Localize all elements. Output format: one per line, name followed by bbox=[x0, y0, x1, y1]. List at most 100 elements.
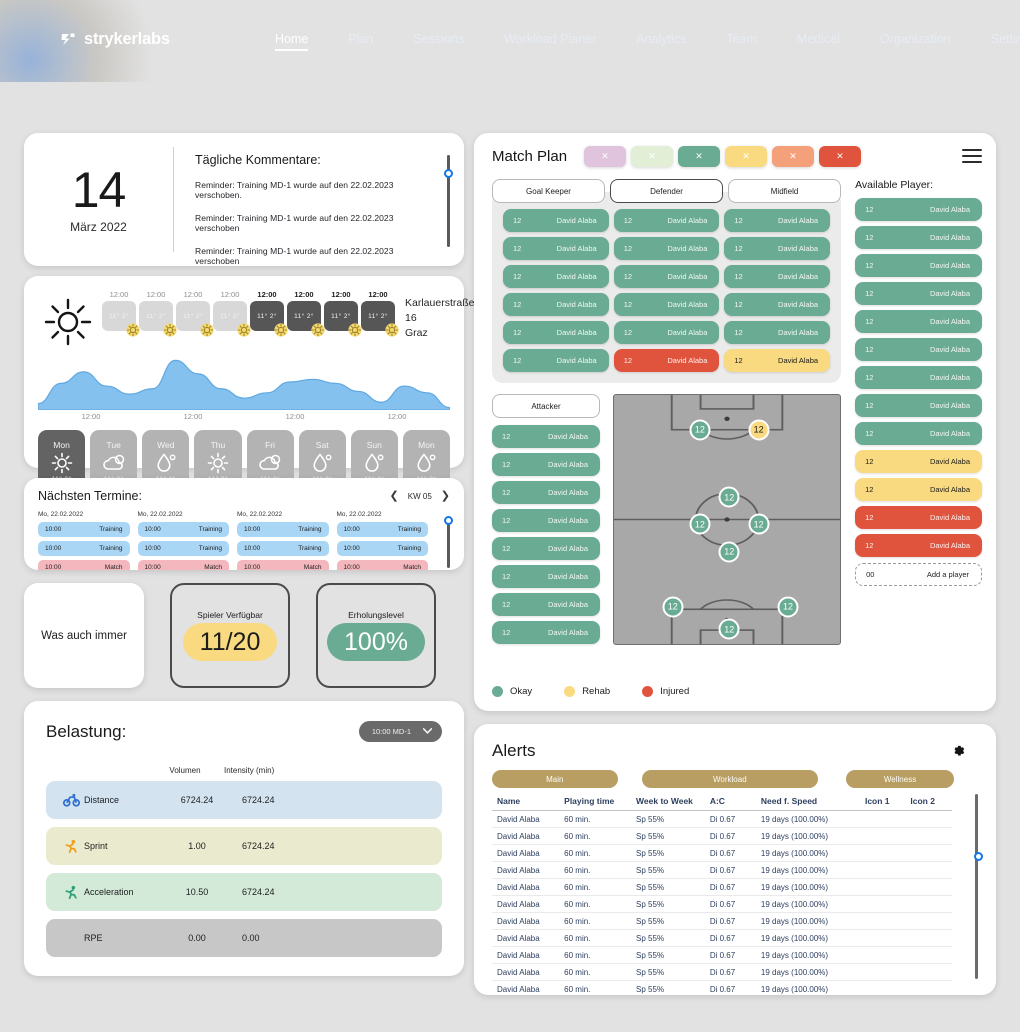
comments-scrollbar-thumb[interactable] bbox=[444, 169, 453, 178]
hour-forecast-tile[interactable]: 12:00 11° 2° bbox=[287, 290, 325, 337]
appointment-event[interactable]: 10:00 Training bbox=[137, 541, 229, 556]
chevron-left-icon[interactable]: ❮ bbox=[390, 490, 399, 502]
player-pill[interactable]: 12 David Alaba bbox=[613, 293, 720, 316]
pitch-player-marker[interactable]: 12 bbox=[689, 419, 711, 441]
close-icon[interactable]: ✕ bbox=[601, 152, 609, 161]
pitch-player-marker[interactable]: 12 bbox=[718, 618, 740, 640]
table-row[interactable]: David Alaba 60 min. Sp 55% Di 0.67 19 days (… bbox=[492, 862, 952, 879]
chevron-right-icon[interactable]: ❯ bbox=[441, 490, 450, 502]
player-pill[interactable]: 12 David Alaba bbox=[613, 237, 720, 260]
player-pill[interactable]: 12 David Alaba bbox=[724, 293, 831, 316]
player-pill[interactable]: 12 David Alaba bbox=[503, 349, 609, 372]
player-pill[interactable]: 12 David Alaba bbox=[503, 237, 609, 260]
player-pill[interactable]: 12 David Alaba bbox=[855, 366, 982, 389]
appointment-event[interactable]: 10:00 Training bbox=[137, 522, 229, 537]
player-pill[interactable]: 12 David Alaba bbox=[492, 621, 600, 644]
filter-chip[interactable]: ✕ bbox=[819, 146, 862, 167]
player-pill[interactable]: 12 David Alaba bbox=[855, 534, 982, 557]
pitch-player-marker[interactable]: 12 bbox=[662, 596, 684, 618]
nav-item-sessions[interactable]: Sessions bbox=[413, 32, 464, 51]
appointment-event[interactable]: 10:00 Training bbox=[237, 541, 329, 556]
hour-forecast-tile[interactable]: 12:00 11° 2° bbox=[176, 290, 214, 337]
appointment-event[interactable]: 10:00 Training bbox=[336, 541, 428, 556]
filter-chip[interactable]: ✕ bbox=[678, 146, 721, 167]
player-pill[interactable]: 12 David Alaba bbox=[855, 226, 982, 249]
table-row[interactable]: David Alaba 60 min. Sp 55% Di 0.67 19 days (… bbox=[492, 811, 952, 828]
table-row[interactable]: David Alaba 60 min. Sp 55% Di 0.67 19 days (… bbox=[492, 964, 952, 981]
player-pill[interactable]: 12 David Alaba bbox=[855, 478, 982, 501]
tab-defender[interactable]: Defender bbox=[610, 179, 724, 203]
pitch-player-marker[interactable]: 12 bbox=[748, 419, 770, 441]
table-row[interactable]: David Alaba 60 min. Sp 55% Di 0.67 19 days (… bbox=[492, 913, 952, 930]
player-pill[interactable]: 12 David Alaba bbox=[492, 565, 600, 588]
nav-item-organization[interactable]: Organization bbox=[880, 32, 951, 51]
table-row[interactable]: David Alaba 60 min. Sp 55% Di 0.67 19 days (… bbox=[492, 930, 952, 947]
close-icon[interactable]: ✕ bbox=[695, 152, 703, 161]
nav-item-plan[interactable]: Plan bbox=[348, 32, 373, 51]
player-pill[interactable]: 12 David Alaba bbox=[613, 265, 720, 288]
player-pill[interactable]: 12 David Alaba bbox=[855, 394, 982, 417]
alerts-tab-workload[interactable]: Workload bbox=[641, 770, 819, 788]
player-pill[interactable]: 12 David Alaba bbox=[492, 453, 600, 476]
hour-forecast-tile[interactable]: 12:00 11° 2° bbox=[324, 290, 362, 337]
player-pill[interactable]: 12 David Alaba bbox=[855, 450, 982, 473]
football-pitch[interactable]: 12 12 12 12 12 12 12 12 12 bbox=[613, 394, 842, 645]
tab-goal-keeper[interactable]: Goal Keeper bbox=[492, 179, 606, 203]
player-pill[interactable]: 12 David Alaba bbox=[492, 425, 600, 448]
table-row[interactable]: David Alaba 60 min. Sp 55% Di 0.67 19 days (… bbox=[492, 981, 952, 995]
appointment-event[interactable]: 10:00 Match bbox=[336, 560, 428, 570]
player-pill[interactable]: 12 David Alaba bbox=[855, 422, 982, 445]
filter-chip[interactable]: ✕ bbox=[584, 146, 627, 167]
player-pill[interactable]: 12 David Alaba bbox=[855, 338, 982, 361]
alerts-tab-wellness[interactable]: Wellness bbox=[846, 770, 954, 788]
nav-item-analytics[interactable]: Analytics bbox=[636, 32, 686, 51]
appointment-event[interactable]: 10:00 Match bbox=[38, 560, 130, 570]
hamburger-menu-icon[interactable] bbox=[962, 149, 982, 167]
player-pill[interactable]: 12 David Alaba bbox=[503, 209, 609, 232]
gear-icon[interactable] bbox=[952, 744, 966, 758]
tab-midfield[interactable]: Midfield bbox=[728, 179, 842, 203]
hour-forecast-tile[interactable]: 12:00 11° 2° bbox=[102, 290, 140, 337]
player-pill[interactable]: 12 David Alaba bbox=[724, 321, 831, 344]
player-pill[interactable]: 12 David Alaba bbox=[724, 237, 831, 260]
load-row[interactable]: Distance 6724.24 6724.24 bbox=[46, 781, 442, 819]
pitch-player-marker[interactable]: 12 bbox=[689, 513, 711, 535]
alerts-scrollbar-thumb[interactable] bbox=[974, 852, 983, 861]
appointment-event[interactable]: 10:00 Training bbox=[237, 522, 329, 537]
player-pill[interactable]: 12 David Alaba bbox=[492, 537, 600, 560]
players-available-card[interactable]: Spieler Verfügbar 11/20 bbox=[170, 583, 290, 688]
nav-item-home[interactable]: Home bbox=[275, 32, 309, 51]
table-row[interactable]: David Alaba 60 min. Sp 55% Di 0.67 19 days (… bbox=[492, 896, 952, 913]
player-pill[interactable]: 12 David Alaba bbox=[503, 321, 609, 344]
player-pill[interactable]: 12 David Alaba bbox=[724, 209, 831, 232]
appointment-event[interactable]: 10:00 Training bbox=[38, 522, 130, 537]
player-pill[interactable]: 12 David Alaba bbox=[724, 349, 831, 372]
player-pill[interactable]: 12 David Alaba bbox=[613, 349, 720, 372]
player-pill[interactable]: 12 David Alaba bbox=[613, 321, 720, 344]
hour-forecast-tile[interactable]: 12:00 11° 2° bbox=[361, 290, 399, 337]
pitch-player-marker[interactable]: 12 bbox=[718, 486, 740, 508]
pitch-player-marker[interactable]: 12 bbox=[777, 596, 799, 618]
pitch-player-marker[interactable]: 12 bbox=[718, 541, 740, 563]
tab-attacker[interactable]: Attacker bbox=[492, 394, 600, 418]
close-icon[interactable]: ✕ bbox=[836, 152, 844, 161]
appointment-event[interactable]: 10:00 Training bbox=[38, 541, 130, 556]
table-row[interactable]: David Alaba 60 min. Sp 55% Di 0.67 19 days (… bbox=[492, 947, 952, 964]
player-pill[interactable]: 12 David Alaba bbox=[492, 481, 600, 504]
appointment-event[interactable]: 10:00 Training bbox=[336, 522, 428, 537]
table-row[interactable]: David Alaba 60 min. Sp 55% Di 0.67 19 days (… bbox=[492, 879, 952, 896]
player-pill[interactable]: 12 David Alaba bbox=[492, 509, 600, 532]
nav-item-team[interactable]: Team bbox=[726, 32, 757, 51]
appointments-scrollbar-thumb[interactable] bbox=[444, 516, 453, 525]
table-row[interactable]: David Alaba 60 min. Sp 55% Di 0.67 19 days (… bbox=[492, 845, 952, 862]
player-pill[interactable]: 12 David Alaba bbox=[855, 282, 982, 305]
load-row[interactable]: Acceleration 10.50 6724.24 bbox=[46, 873, 442, 911]
player-pill[interactable]: 12 David Alaba bbox=[724, 265, 831, 288]
table-row[interactable]: David Alaba 60 min. Sp 55% Di 0.67 19 days (… bbox=[492, 828, 952, 845]
player-pill[interactable]: 12 David Alaba bbox=[503, 265, 609, 288]
hour-forecast-tile[interactable]: 12:00 11° 2° bbox=[139, 290, 177, 337]
nav-item-workload-planer[interactable]: Workload Planer bbox=[504, 32, 596, 51]
player-pill[interactable]: 12 David Alaba bbox=[855, 254, 982, 277]
filter-chip[interactable]: ✕ bbox=[631, 146, 674, 167]
alerts-scrollbar-track[interactable] bbox=[975, 794, 978, 979]
